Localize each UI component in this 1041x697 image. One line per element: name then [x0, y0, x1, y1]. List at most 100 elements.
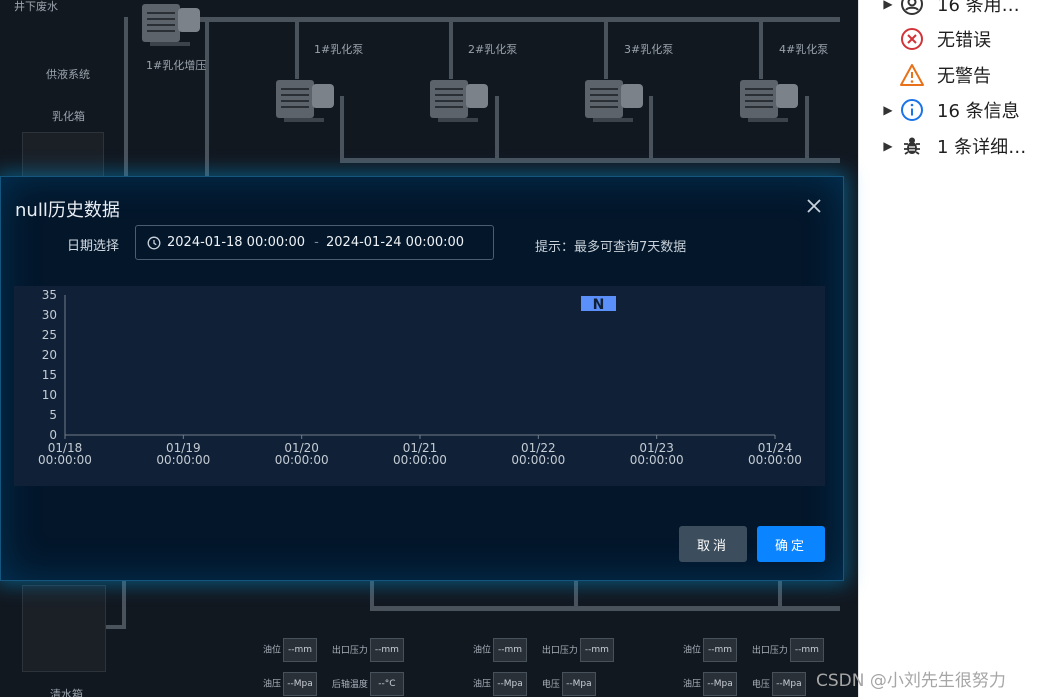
expand-arrow-icon[interactable]: ▶ — [877, 139, 899, 153]
history-data-dialog: null历史数据 日期选择 2024-01-18 00:00:00 - 2024… — [0, 176, 844, 581]
info-icon — [899, 97, 925, 123]
confirm-button[interactable]: 确定 — [757, 526, 825, 562]
x-tick-label: 00:00:00 — [393, 453, 447, 467]
gauge-label: 油压 — [683, 679, 702, 690]
gauge-value: --Mpa — [703, 672, 738, 696]
gauge-value: --Mpa — [283, 672, 318, 696]
pipe — [295, 17, 299, 79]
gauge-group-3: 油位 --mm 出口压力 --mm — [683, 638, 824, 662]
gauge-label: 电压 — [751, 679, 770, 690]
pipe — [205, 17, 209, 197]
gauge-label: 油压 — [473, 679, 492, 690]
pipe — [195, 17, 840, 22]
gauge-value: --°C — [369, 672, 404, 696]
gauge-label: 出口压力 — [331, 645, 368, 656]
gauge-value: --mm — [579, 638, 614, 662]
gauge-label: 油位 — [263, 645, 282, 656]
bug-icon — [899, 133, 925, 159]
close-icon[interactable] — [803, 195, 825, 217]
console-filter-verbose[interactable]: ▶ 1 条详细消... — [859, 131, 1041, 161]
x-tick-label: 00:00:00 — [275, 453, 329, 467]
gauge-label: 油压 — [263, 679, 282, 690]
y-tick-label: 30 — [42, 308, 57, 322]
gauge-group-3b: 油压 --Mpa 电压 --Mpa — [683, 672, 806, 696]
history-chart: 0 5 10 15 20 25 30 35 01/18 00:00:00 01/19 00:00:00… — [14, 286, 825, 486]
console-filter-label: 1 条详细消... — [937, 137, 1032, 158]
query-limit-hint: 提示：最多可查询7天数据 — [535, 240, 687, 255]
clock-icon — [147, 236, 161, 249]
console-filter-label: 无警告 — [937, 66, 991, 87]
error-icon — [899, 26, 925, 52]
console-filter-user-messages[interactable]: ▶ 16 条用户... — [859, 0, 1041, 19]
expand-arrow-icon[interactable]: ▶ — [877, 0, 899, 11]
user-icon — [899, 0, 925, 17]
expand-arrow-icon[interactable]: ▶ — [877, 103, 899, 117]
pipe — [574, 581, 578, 609]
gauge-group-2b: 油压 --Mpa 电压 --Mpa — [473, 672, 596, 696]
pipe — [104, 625, 126, 629]
pipe — [122, 581, 126, 629]
label-pump2: 2#乳化泵 — [468, 43, 518, 56]
console-filter-errors[interactable]: ▶ 无错误 — [859, 24, 1041, 54]
label-emulsion-tank: 乳化箱 — [52, 110, 85, 123]
console-filter-label: 16 条用户... — [937, 0, 1032, 16]
gauge-label: 电压 — [541, 679, 560, 690]
y-tick-label: 15 — [42, 368, 57, 382]
date-start-input[interactable]: 2024-01-18 00:00:00 — [167, 235, 307, 250]
pipe — [370, 581, 374, 609]
console-filter-info[interactable]: ▶ 16 条信息 — [859, 95, 1041, 125]
x-tick-label: 00:00:00 — [630, 453, 684, 467]
console-filter-panel: ▶ 16 条用户... ▶ 无错误 ▶ 无警告 ▶ 16 条信息 ▶ 1 条详细… — [858, 0, 1041, 697]
pipe — [124, 17, 128, 197]
gauge-value: --mm — [369, 638, 404, 662]
history-chart-svg: 0510152025303501/1800:00:0001/1900:00:00… — [38, 288, 802, 467]
console-filter-warnings[interactable]: ▶ 无警告 — [859, 60, 1041, 90]
y-tick-label: 25 — [42, 328, 57, 342]
cancel-button[interactable]: 取消 — [679, 526, 747, 562]
pipe — [649, 96, 653, 162]
y-tick-label: 35 — [42, 288, 57, 302]
pump-3 — [585, 78, 647, 122]
date-range-picker[interactable]: 2024-01-18 00:00:00 - 2024-01-24 00:00:0… — [135, 225, 494, 260]
y-tick-label: 5 — [49, 408, 57, 422]
booster-pump — [142, 2, 204, 46]
label-pump4: 4#乳化泵 — [779, 43, 829, 56]
pipe — [778, 581, 782, 609]
y-tick-label: 0 — [49, 428, 57, 442]
gauge-value: --Mpa — [493, 672, 528, 696]
gauge-label: 后轴温度 — [331, 679, 368, 690]
x-tick-label: 00:00:00 — [156, 453, 210, 467]
label-well-water: 井下废水 — [14, 0, 58, 13]
label-pump-pressure: 1#乳化增压 — [146, 59, 207, 72]
date-end-input[interactable]: 2024-01-24 00:00:00 — [326, 235, 464, 250]
pipe — [495, 96, 499, 162]
pump-4 — [740, 78, 802, 122]
y-tick-label: 20 — [42, 348, 57, 362]
label-clear-tank: 清水箱 — [50, 688, 83, 697]
pipe — [340, 96, 344, 162]
gauge-value: --mm — [493, 638, 528, 662]
pump-1 — [276, 78, 338, 122]
gauge-label: 出口压力 — [751, 645, 788, 656]
clear-water-tank — [22, 585, 106, 672]
dialog-title: null历史数据 — [15, 200, 120, 221]
label-pump1: 1#乳化泵 — [314, 43, 364, 56]
date-range-separator: - — [314, 235, 319, 250]
label-water-supply: 供液系统 — [46, 68, 90, 81]
console-filter-label: 16 条信息 — [937, 101, 1020, 122]
pipe — [759, 17, 763, 79]
pipe — [604, 17, 608, 79]
gauge-label: 油位 — [473, 645, 492, 656]
gauge-value: --Mpa — [771, 672, 806, 696]
x-tick-label: 00:00:00 — [511, 453, 565, 467]
gauge-value: --mm — [703, 638, 738, 662]
legend-label: N — [593, 297, 605, 313]
pipe — [370, 606, 840, 611]
watermark: CSDN @小刘先生很努力 — [816, 671, 1006, 691]
y-tick-label: 10 — [42, 388, 57, 402]
gauge-value: --mm — [789, 638, 824, 662]
gauge-group-1b: 油压 --Mpa 后轴温度 --°C — [263, 672, 404, 696]
pipe — [340, 158, 840, 163]
gauge-label: 出口压力 — [541, 645, 578, 656]
x-tick-label: 00:00:00 — [38, 453, 92, 467]
